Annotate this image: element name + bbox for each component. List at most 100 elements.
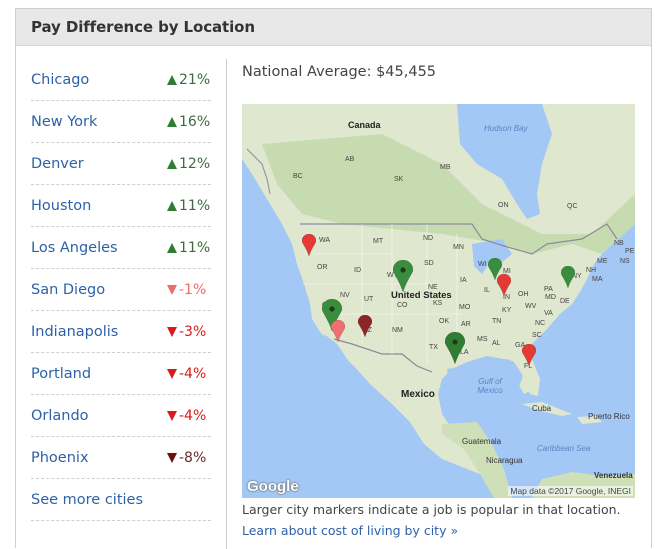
map-label-pa: PA xyxy=(544,286,553,293)
map-label-pe: PE xyxy=(625,248,635,255)
city-link-chicago[interactable]: Chicago xyxy=(31,72,89,88)
city-change: 16% xyxy=(167,114,211,130)
map-label-id: ID xyxy=(354,267,361,274)
map-label-wi: WI xyxy=(478,261,487,268)
city-change: -8% xyxy=(167,450,211,466)
map-label-ks: KS xyxy=(433,300,443,307)
triangle-down-icon xyxy=(167,452,177,463)
map-label-de: DE xyxy=(560,298,570,305)
map-label-nicaragua: Nicaragua xyxy=(486,456,523,465)
map-label-on: ON xyxy=(498,202,509,209)
map-label-mb: MB xyxy=(440,164,451,171)
city-row: Houston 11% xyxy=(31,185,211,227)
city-row: Denver 12% xyxy=(31,143,211,185)
map-label-md: MD xyxy=(545,294,556,301)
map-label-sd: SD xyxy=(424,260,434,267)
city-link-houston[interactable]: Houston xyxy=(31,198,91,214)
map-label-ms: MS xyxy=(477,336,488,343)
city-change: 11% xyxy=(167,240,211,256)
map-label-oh: OH xyxy=(518,291,529,298)
map-label-canada: Canada xyxy=(348,120,381,130)
city-change: -4% xyxy=(167,408,211,424)
map-label-caribbean-sea: Caribbean Sea xyxy=(537,444,591,453)
pay-difference-panel: Pay Difference by Location Chicago 21% N… xyxy=(15,8,652,549)
map-label-mn: MN xyxy=(453,244,464,251)
map-pin-icon xyxy=(497,274,511,296)
city-row: Los Angeles 11% xyxy=(31,227,211,269)
map-label-co: CO xyxy=(397,302,408,309)
map-label-bc: BC xyxy=(293,173,303,180)
triangle-up-icon xyxy=(167,200,177,211)
map-label-cuba: Cuba xyxy=(532,404,552,413)
triangle-down-icon xyxy=(167,284,177,295)
map-pin-icon xyxy=(331,320,345,342)
map-pin-icon xyxy=(561,266,575,288)
map-label-gulf-of-mexico: Gulf of Mexico xyxy=(477,377,503,395)
map-attribution[interactable]: Map data ©2017 Google, INEGI xyxy=(508,486,633,496)
map-label-tx: TX xyxy=(429,344,438,351)
map-label-or: OR xyxy=(317,264,328,271)
triangle-up-icon xyxy=(167,116,177,127)
city-change: -4% xyxy=(167,366,211,382)
map-label-puerto-rico: Puerto Rico xyxy=(588,412,630,421)
triangle-up-icon xyxy=(167,242,177,253)
map-label-mexico: Mexico xyxy=(401,389,435,400)
panel-header: Pay Difference by Location xyxy=(16,9,651,46)
map-label-hudson-bay: Hudson Bay xyxy=(484,124,528,133)
city-link-los-angeles[interactable]: Los Angeles xyxy=(31,240,118,256)
see-more-cities-link[interactable]: See more cities xyxy=(31,492,143,508)
city-link-indianapolis[interactable]: Indianapolis xyxy=(31,324,118,340)
map-view[interactable]: Canada Hudson Bay AB BC SK MB ON QC NB P… xyxy=(242,104,635,498)
map-label-il: IL xyxy=(484,287,490,294)
column-divider xyxy=(226,59,227,549)
city-link-san-diego[interactable]: San Diego xyxy=(31,282,105,298)
city-change: 21% xyxy=(167,72,211,88)
map-label-ns: NS xyxy=(620,258,630,265)
see-more-row: See more cities xyxy=(31,479,211,521)
map-label-wv: WV xyxy=(525,303,537,310)
map-label-qc: QC xyxy=(567,203,578,210)
map-label-wa: WA xyxy=(319,237,331,244)
map-label-al: AL xyxy=(492,340,501,347)
city-list: Chicago 21% New York 16% Denver 12% Hous… xyxy=(31,59,211,521)
triangle-up-icon xyxy=(167,158,177,169)
triangle-up-icon xyxy=(167,74,177,85)
triangle-down-icon xyxy=(167,326,177,337)
map-label-ia: IA xyxy=(460,277,467,284)
map-label-nb: NB xyxy=(614,240,624,247)
city-row: Chicago 21% xyxy=(31,59,211,101)
map-label-nh: NH xyxy=(586,267,597,274)
map-label-va: VA xyxy=(544,310,553,317)
map-label-sk: SK xyxy=(394,176,404,183)
map-label-sc: SC xyxy=(532,332,542,339)
map-label-nd: ND xyxy=(423,235,434,242)
map-pin-icon xyxy=(393,260,413,292)
cost-of-living-link[interactable]: Learn about cost of living by city » xyxy=(242,523,458,538)
city-row: New York 16% xyxy=(31,101,211,143)
triangle-down-icon xyxy=(167,410,177,421)
google-logo[interactable]: Google xyxy=(247,478,299,495)
map-label-mt: MT xyxy=(373,238,384,245)
map-label-ab: AB xyxy=(345,156,355,163)
map-label-nm: NM xyxy=(392,327,403,334)
city-row: Phoenix -8% xyxy=(31,437,211,479)
map-label-ma: MA xyxy=(592,276,603,283)
city-link-orlando[interactable]: Orlando xyxy=(31,408,89,424)
city-link-denver[interactable]: Denver xyxy=(31,156,84,172)
map-label-ky: KY xyxy=(502,307,512,314)
city-link-phoenix[interactable]: Phoenix xyxy=(31,450,89,466)
city-link-new-york[interactable]: New York xyxy=(31,114,97,130)
national-average: National Average: $45,455 xyxy=(242,64,437,80)
map-label-nc: NC xyxy=(535,320,546,327)
map-label-venezuela: Venezuela xyxy=(594,471,633,480)
map-pin-icon xyxy=(522,344,536,366)
city-change: 12% xyxy=(167,156,211,172)
map-column: National Average: $45,455 Canada Hudson … xyxy=(242,59,636,540)
city-change: -1% xyxy=(167,282,211,298)
map-label-me: ME xyxy=(597,258,608,265)
map-label-mo: MO xyxy=(459,304,471,311)
city-change: 11% xyxy=(167,198,211,214)
map-label-ar: AR xyxy=(461,321,471,328)
map-label-nv: NV xyxy=(340,292,350,299)
city-link-portland[interactable]: Portland xyxy=(31,366,91,382)
